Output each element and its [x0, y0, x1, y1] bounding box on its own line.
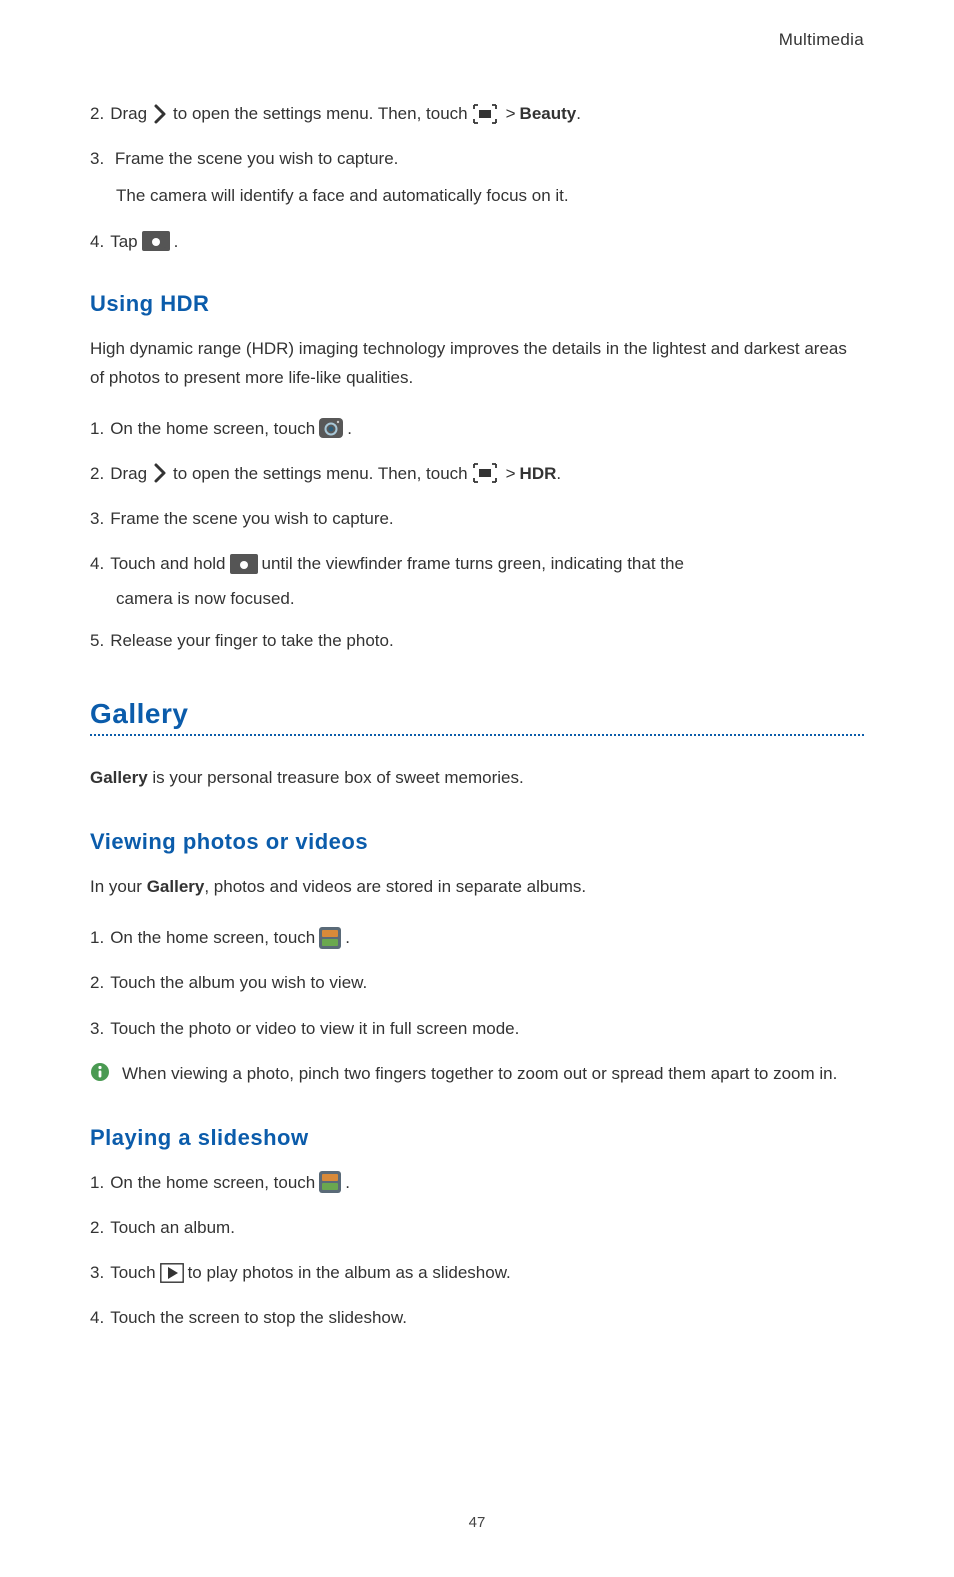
- info-callout: When viewing a photo, pinch two fingers …: [90, 1060, 864, 1089]
- step-item: 4. Tap .: [90, 228, 864, 255]
- viewing-heading: Viewing photos or videos: [90, 829, 864, 855]
- slideshow-steps: 1. On the home screen, touch . 2. Touch …: [90, 1169, 864, 1332]
- step-text: Touch the photo or video to view it in f…: [110, 1015, 519, 1042]
- step-number: 3.: [90, 149, 104, 168]
- step-text: Frame the scene you wish to capture.: [115, 149, 398, 168]
- hdr-heading: Using HDR: [90, 291, 864, 317]
- page-number: 47: [0, 1514, 954, 1531]
- beauty-label: Beauty: [520, 100, 577, 127]
- step-item: 5. Release your finger to take the photo…: [90, 627, 864, 654]
- info-icon: [90, 1062, 110, 1082]
- hdr-steps: 1. On the home screen, touch . 2. Drag t…: [90, 415, 864, 655]
- camera-shutter-icon: [230, 554, 258, 574]
- step-item: 2. Drag to open the settings menu. Then,…: [90, 100, 864, 127]
- step-item: 1. On the home screen, touch .: [90, 415, 864, 442]
- step-text: On the home screen, touch: [110, 924, 315, 951]
- step-number: 2.: [90, 1214, 104, 1241]
- beauty-steps-continued: 2. Drag to open the settings menu. Then,…: [90, 100, 864, 255]
- step-item: 1. On the home screen, touch .: [90, 924, 864, 951]
- greater-than-separator: >: [506, 460, 516, 487]
- step-number: 1.: [90, 415, 104, 442]
- slideshow-heading: Playing a slideshow: [90, 1125, 864, 1151]
- gallery-heading: Gallery: [90, 698, 864, 730]
- step-text: On the home screen, touch: [110, 415, 315, 442]
- step-continuation: camera is now focused.: [116, 589, 864, 609]
- step-number: 5.: [90, 627, 104, 654]
- step-text: Drag: [110, 460, 147, 487]
- viewing-intro-a: In your: [90, 877, 147, 896]
- step-text: Touch the album you wish to view.: [110, 969, 367, 996]
- step-number: 3.: [90, 1015, 104, 1042]
- step-item: 1. On the home screen, touch .: [90, 1169, 864, 1196]
- step-text: Tap: [110, 228, 137, 255]
- step-text: Release your finger to take the photo.: [110, 627, 394, 654]
- period: .: [174, 228, 179, 255]
- hdr-label: HDR: [520, 460, 557, 487]
- period: .: [576, 100, 581, 127]
- step-text: Touch: [110, 1259, 155, 1286]
- capture-mode-icon: [472, 462, 498, 484]
- step-number: 4.: [90, 550, 104, 577]
- chevron-right-icon: [151, 462, 169, 484]
- viewing-intro-b: , photos and videos are stored in separa…: [204, 877, 586, 896]
- step-item: 3. Frame the scene you wish to capture. …: [90, 145, 864, 209]
- step-text: to play photos in the album as a slidesh…: [188, 1259, 511, 1286]
- viewing-steps: 1. On the home screen, touch . 2. Touch …: [90, 924, 864, 1042]
- step-item: 2. Touch an album.: [90, 1214, 864, 1241]
- play-icon: [160, 1263, 184, 1283]
- gallery-intro-rest: is your personal treasure box of sweet m…: [148, 768, 524, 787]
- step-item: 3. Touch the photo or video to view it i…: [90, 1015, 864, 1042]
- period: .: [345, 924, 350, 951]
- step-text: to open the settings menu. Then, touch: [173, 100, 468, 127]
- dotted-divider: [90, 734, 864, 736]
- step-text: Touch and hold: [110, 550, 225, 577]
- viewing-intro: In your Gallery, photos and videos are s…: [90, 873, 864, 902]
- capture-mode-icon: [472, 103, 498, 125]
- step-text: On the home screen, touch: [110, 1169, 315, 1196]
- step-number: 2.: [90, 100, 104, 127]
- gallery-bold: Gallery: [90, 768, 148, 787]
- step-subtext: The camera will identify a face and auto…: [116, 182, 890, 209]
- step-text: Drag: [110, 100, 147, 127]
- step-text: Frame the scene you wish to capture.: [110, 505, 393, 532]
- step-text: Touch an album.: [110, 1214, 235, 1241]
- greater-than-separator: >: [506, 100, 516, 127]
- viewing-intro-bold: Gallery: [147, 877, 205, 896]
- step-item: 3. Frame the scene you wish to capture.: [90, 505, 864, 532]
- step-number: 4.: [90, 228, 104, 255]
- period: .: [345, 1169, 350, 1196]
- step-text: Touch the screen to stop the slideshow.: [110, 1304, 407, 1331]
- step-item: 3. Touch to play photos in the album as …: [90, 1259, 864, 1286]
- step-number: 2.: [90, 460, 104, 487]
- breadcrumb: Multimedia: [90, 30, 864, 50]
- period: .: [347, 415, 352, 442]
- info-text: When viewing a photo, pinch two fingers …: [122, 1060, 837, 1089]
- step-number: 2.: [90, 969, 104, 996]
- hdr-intro: High dynamic range (HDR) imaging technol…: [90, 335, 864, 393]
- period: .: [556, 460, 561, 487]
- step-number: 1.: [90, 1169, 104, 1196]
- gallery-app-icon: [319, 1171, 341, 1193]
- step-number: 1.: [90, 924, 104, 951]
- step-text: until the viewfinder frame turns green, …: [262, 550, 684, 577]
- step-item: 2. Drag to open the settings menu. Then,…: [90, 460, 864, 487]
- camera-app-icon: [319, 418, 343, 438]
- step-text: to open the settings menu. Then, touch: [173, 460, 468, 487]
- gallery-intro: Gallery is your personal treasure box of…: [90, 764, 864, 793]
- step-number: 3.: [90, 1259, 104, 1286]
- gallery-app-icon: [319, 927, 341, 949]
- chevron-right-icon: [151, 103, 169, 125]
- step-number: 4.: [90, 1304, 104, 1331]
- step-item: 2. Touch the album you wish to view.: [90, 969, 864, 996]
- step-number: 3.: [90, 505, 104, 532]
- step-item: 4. Touch the screen to stop the slidesho…: [90, 1304, 864, 1331]
- camera-shutter-icon: [142, 231, 170, 251]
- step-item: 4. Touch and hold until the viewfinder f…: [90, 550, 864, 577]
